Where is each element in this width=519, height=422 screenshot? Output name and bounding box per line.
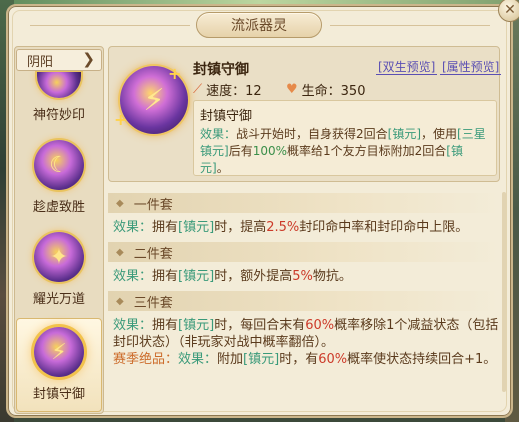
- speed-stat: ⟋ 速度：12: [193, 80, 262, 99]
- speed-label: 速度：12: [206, 84, 262, 99]
- set-three-effect: 效果：拥有[镇元]时，每回合末有60%概率移除1个减益状态（包括封印状态）（非玩…: [113, 318, 499, 350]
- hp-stat: ♥ 生命：350: [286, 80, 365, 99]
- season-bonus-effect: 赛季绝品：效果：附加[镇元]时，有60%概率使状态持续回合+1。: [113, 352, 497, 367]
- sidebar-item-rune[interactable]: 神符妙印: [16, 72, 102, 123]
- effect-description: 封镇守御 效果：战斗开始时，自身获得2回合[镇元]，使用[三星镇元]后有100%…: [193, 100, 497, 176]
- set-two-effect: 效果：拥有[镇元]时，额外提高5%物抗。: [113, 269, 352, 284]
- sidebar-item-label: 神符妙印: [32, 108, 85, 123]
- keyword-tag[interactable]: [镇元]: [243, 352, 279, 367]
- title-divider-left: [30, 25, 190, 26]
- set-one-effect: 效果：拥有[镇元]时，提高2.5%封印命中率和封印命中上限。: [113, 220, 469, 235]
- dual-preview-link[interactable]: [双生预览]: [376, 60, 438, 75]
- keyword-tag[interactable]: [镇元]: [178, 220, 214, 235]
- filter-dropdown[interactable]: 阴阳 ❯: [16, 49, 102, 71]
- moon-orb-icon: ☾: [34, 140, 84, 190]
- percent-value: 2.5%: [266, 220, 300, 235]
- diamond-icon: ◆: [116, 295, 124, 307]
- percent-value: 60%: [318, 352, 348, 367]
- percent-value: 60%: [305, 318, 335, 333]
- sidebar-item-radiant[interactable]: ✦ 耀光万道: [16, 232, 102, 307]
- heart-icon: ♥: [286, 82, 298, 97]
- keyword-tag[interactable]: [镇元]: [178, 318, 214, 333]
- close-button[interactable]: ✕: [498, 0, 519, 22]
- rune-orb-icon: [37, 72, 81, 98]
- set-one-header: ◆ 一件套: [108, 193, 500, 213]
- spirit-name: 封镇守御: [193, 62, 249, 78]
- title-divider-right: [330, 25, 490, 26]
- attribute-preview-link[interactable]: [属性预览]: [440, 60, 502, 75]
- sparkle-icon: +: [168, 64, 182, 83]
- chevron-down-icon: ❯: [82, 49, 95, 68]
- radiant-orb-icon: ✦: [34, 232, 84, 282]
- diamond-icon: ◆: [116, 246, 124, 258]
- keyword-tag[interactable]: [镇元]: [178, 269, 214, 284]
- set-three-header: ◆ 三件套: [108, 291, 500, 311]
- percent-value: 5%: [292, 269, 313, 284]
- sidebar-item-label: 趁虚致胜: [32, 200, 85, 215]
- sidebar-item-seal[interactable]: ⚡ 封镇守御: [16, 318, 102, 412]
- season-label: 赛季绝品：: [113, 352, 179, 367]
- diamond-icon: ◆: [116, 197, 124, 209]
- speed-icon: ⟋: [193, 82, 203, 97]
- effect-prefix: 效果：: [200, 127, 237, 141]
- sparkle-icon: +: [114, 110, 128, 129]
- filter-label: 阴阳: [27, 54, 54, 70]
- panel-title: 流派器灵: [196, 12, 322, 38]
- sidebar-item-label: 耀光万道: [32, 292, 85, 307]
- scrollbar[interactable]: [502, 192, 506, 392]
- percent-value: 100%: [252, 144, 288, 158]
- sidebar-item-label: 封镇守御: [32, 387, 85, 402]
- effect-title: 封镇守御: [200, 109, 253, 124]
- sidebar-item-moon[interactable]: ☾ 趁虚致胜: [16, 140, 102, 215]
- keyword-tag[interactable]: [镇元]: [388, 127, 421, 141]
- close-icon: ✕: [504, 2, 516, 18]
- set-two-header: ◆ 二件套: [108, 242, 500, 262]
- hp-label: 生命：350: [301, 84, 366, 99]
- seal-orb-icon: ⚡: [34, 327, 84, 377]
